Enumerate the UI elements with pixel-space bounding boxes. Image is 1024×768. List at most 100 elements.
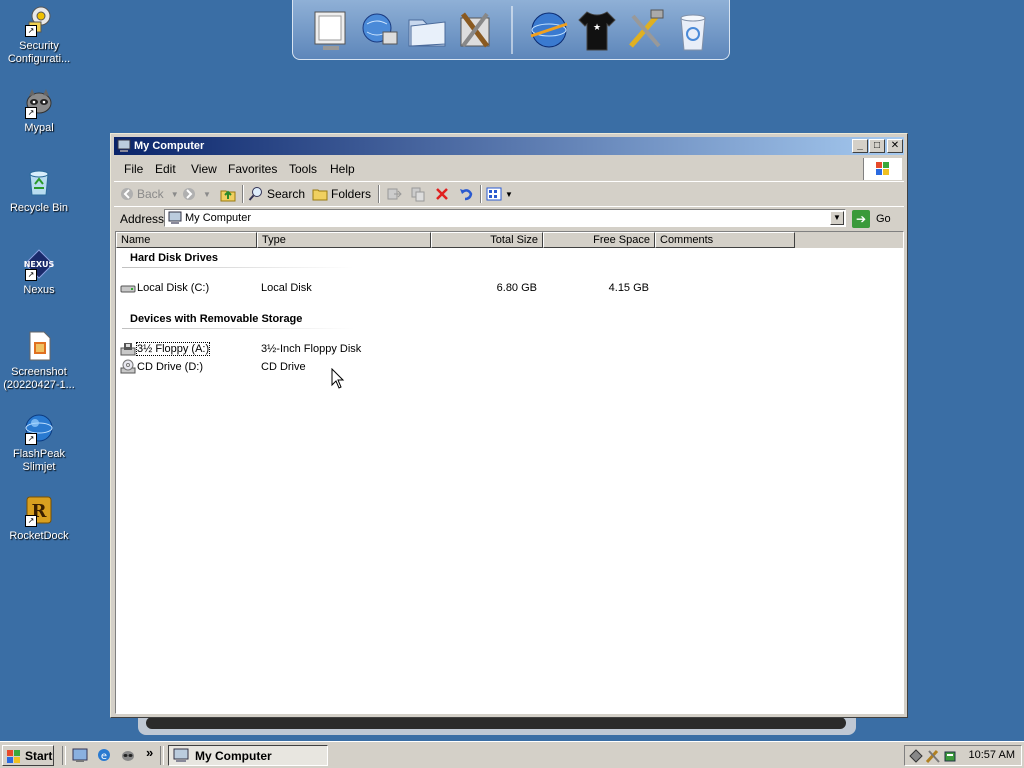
desktop-icon-rocketdock[interactable]: R ↗ RocketDock	[0, 494, 78, 543]
desktop-icon-nexus[interactable]: NEXUS ↗ Nexus	[0, 248, 78, 297]
network-diamond-icon[interactable]	[909, 749, 923, 763]
globe-network-icon[interactable]	[357, 6, 401, 54]
column-header-type[interactable]: Type	[257, 232, 431, 248]
globe-icon[interactable]	[527, 6, 571, 54]
quick-launch-more[interactable]: »	[146, 745, 153, 760]
standard-toolbar: Back ▼ ▼ Search Folders ▼	[114, 181, 904, 207]
tools-tray-icon[interactable]	[925, 748, 941, 764]
list-item[interactable]: Local Disk (C:) Local Disk 6.80 GB 4.15 …	[116, 280, 903, 296]
security-tray-icon[interactable]	[943, 749, 957, 763]
menu-help[interactable]: Help	[330, 162, 355, 176]
desktop-icon-security-configuration[interactable]: ↗ Security Configurati...	[0, 4, 78, 66]
minimize-button[interactable]: _	[852, 139, 868, 153]
move-to-button[interactable]	[386, 185, 402, 203]
column-header-comments[interactable]: Comments	[655, 232, 795, 248]
rocketdock-bar: ★	[292, 0, 730, 60]
menu-file[interactable]: File	[124, 162, 143, 176]
list-item[interactable]: CD Drive (D:) CD Drive	[116, 359, 903, 375]
close-button[interactable]: ✕	[887, 139, 903, 153]
svg-text:e: e	[101, 751, 107, 762]
desktop-icon-screenshot[interactable]: Screenshot (20220427-1...	[0, 330, 78, 392]
desktop-icon-recycle-bin[interactable]: Recycle Bin	[0, 166, 78, 215]
go-button[interactable]: ➔ Go	[852, 210, 891, 228]
window-title: My Computer	[134, 140, 205, 152]
delete-button[interactable]	[434, 185, 450, 203]
dock-separator	[511, 6, 513, 54]
folders-button[interactable]: Folders	[312, 185, 371, 203]
floppy-drive-icon	[120, 343, 136, 356]
trash-icon[interactable]	[671, 6, 715, 54]
delete-icon	[436, 188, 448, 200]
taskbar: Start e » My Computer 10:57 AM	[0, 741, 1024, 768]
list-item[interactable]: 3½ Floppy (A:) 3½-Inch Floppy Disk	[116, 341, 903, 357]
address-bar: Address My Computer ▼ ➔ Go	[114, 206, 904, 231]
slimjet-icon: ↗	[23, 412, 55, 445]
up-folder-button[interactable]	[220, 185, 236, 203]
taskbar-separator	[62, 746, 66, 765]
title-bar[interactable]: My Computer _ □ ✕	[114, 137, 904, 155]
views-button[interactable]: ▼	[486, 185, 513, 203]
address-dropdown-button[interactable]: ▼	[830, 211, 844, 225]
internet-explorer-icon[interactable]: e	[96, 747, 112, 763]
column-header-total-size[interactable]: Total Size	[431, 232, 543, 248]
forward-button[interactable]: ▼	[182, 185, 211, 203]
svg-text:★: ★	[593, 23, 601, 33]
chevron-down-icon: ▼	[203, 189, 211, 199]
chevron-down-icon: ▼	[170, 189, 179, 199]
menu-tools[interactable]: Tools	[289, 162, 317, 176]
svg-text:NEXUS: NEXUS	[24, 260, 55, 269]
search-button[interactable]: Search	[248, 185, 305, 203]
desktop-icon-label: FlashPeak Slimjet	[13, 448, 65, 473]
show-desktop-icon[interactable]	[72, 747, 88, 763]
views-icon	[486, 187, 502, 201]
cd-drive-icon	[120, 359, 136, 374]
chevron-down-icon: ▼	[505, 189, 513, 199]
desktop-icon-label: Nexus	[23, 284, 55, 296]
up-folder-icon	[220, 190, 236, 202]
back-button[interactable]: Back ▼	[120, 185, 179, 203]
taskbar-button-my-computer[interactable]: My Computer	[168, 745, 328, 766]
desktop-icon-slimjet[interactable]: ↗ FlashPeak Slimjet	[0, 412, 78, 474]
group-divider	[122, 328, 354, 329]
recycle-bin-icon	[23, 166, 55, 198]
menu-view[interactable]: View	[191, 162, 217, 176]
raccoon-icon[interactable]	[120, 747, 136, 763]
address-input[interactable]: My Computer ▼	[164, 209, 846, 227]
hard-disk-icon	[120, 285, 136, 293]
column-header-name[interactable]: Name	[116, 232, 257, 248]
forward-arrow-icon	[183, 188, 195, 200]
copy-to-button[interactable]	[410, 185, 426, 203]
tshirt-icon[interactable]: ★	[575, 6, 619, 54]
toolbar-separator	[378, 185, 380, 203]
desktop-icon-mypal[interactable]: ↗ Mypal	[0, 86, 78, 135]
desktop-icon-label: Recycle Bin	[9, 202, 69, 214]
screenshot-file-icon	[23, 330, 55, 362]
maximize-button[interactable]: □	[869, 139, 885, 153]
tools-icon[interactable]	[453, 6, 497, 54]
address-value: My Computer	[185, 212, 252, 224]
search-icon	[248, 187, 262, 201]
undo-icon	[460, 189, 473, 201]
clock[interactable]: 10:57 AM	[969, 749, 1015, 761]
folders-icon	[312, 189, 328, 201]
folder-icon[interactable]	[405, 6, 449, 54]
monitor-icon[interactable]	[309, 6, 353, 54]
desktop-icon-label: RocketDock	[9, 530, 69, 542]
start-button[interactable]: Start	[2, 745, 54, 766]
column-header-free-space[interactable]: Free Space	[543, 232, 655, 248]
computer-icon	[173, 748, 189, 762]
desktop-icon-label: Screenshot (20220427-1...	[3, 366, 75, 391]
computer-icon	[168, 211, 182, 224]
menu-favorites[interactable]: Favorites	[228, 162, 277, 176]
my-computer-window: My Computer _ □ ✕ File Edit View Favorit…	[110, 133, 908, 718]
toolbar-separator	[480, 185, 482, 203]
group-divider	[122, 267, 354, 268]
desktop-icon-label: Security Configurati...	[7, 40, 71, 65]
group-header-removable-storage: Devices with Removable Storage	[130, 313, 303, 325]
windows-flag-icon	[7, 749, 20, 763]
system-tray: 10:57 AM	[904, 745, 1022, 766]
undo-button[interactable]	[458, 185, 474, 203]
menu-edit[interactable]: Edit	[155, 162, 176, 176]
desktop-icon-label: Mypal	[24, 122, 54, 134]
hammer-wrench-icon[interactable]	[623, 6, 667, 54]
